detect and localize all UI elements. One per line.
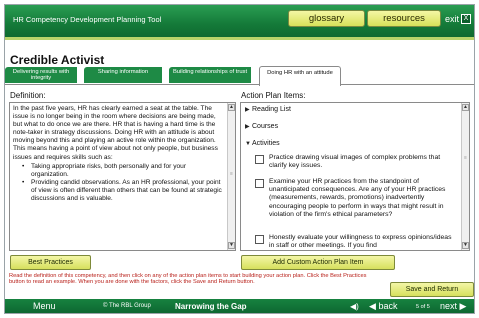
- scroll-down-icon[interactable]: ▼: [462, 242, 469, 249]
- scroll-grip-icon: ≡: [464, 155, 467, 161]
- tab-doing-hr-with-attitude[interactable]: Doing HR with an attitude: [259, 66, 341, 86]
- exit-label: exit: [445, 14, 460, 24]
- activity-checkbox[interactable]: [255, 179, 264, 188]
- app-title: HR Competency Development Planning Tool: [13, 15, 162, 24]
- tab-sharing-information[interactable]: Sharing information: [84, 67, 166, 83]
- definition-panel: In the past five years, HR has clearly e…: [9, 102, 236, 251]
- close-icon: X: [461, 14, 472, 24]
- glossary-tab[interactable]: glossary: [288, 10, 365, 27]
- activity-text: Practice drawing visual images of comple…: [269, 154, 441, 170]
- back-label: back: [378, 301, 398, 311]
- page-indicator: 5 of 5: [416, 304, 430, 310]
- app-window: HR Competency Development Planning Tool …: [4, 4, 475, 314]
- action-plan-heading: Action Plan Items:: [241, 91, 306, 100]
- category-label: Reading List: [252, 106, 291, 113]
- list-item: Taking appropriate risks, both personall…: [13, 163, 225, 179]
- footer-bar: Menu © The RBL Group Narrowing the Gap ◀…: [5, 299, 474, 313]
- list-item: Providing candid observations. As an HR …: [13, 179, 225, 203]
- activity-checkbox[interactable]: [255, 155, 264, 164]
- caret-down-icon: ▼: [245, 141, 251, 147]
- caret-right-icon: ▶: [245, 107, 250, 113]
- menu-button[interactable]: Menu: [33, 301, 56, 311]
- activity-text: Honestly evaluate your willingness to ex…: [269, 234, 452, 250]
- next-button[interactable]: next ▶: [440, 301, 466, 312]
- save-and-return-button[interactable]: Save and Return: [390, 282, 474, 297]
- next-label: next: [440, 301, 458, 311]
- back-arrow-icon: ◀: [369, 301, 376, 311]
- course-title: Narrowing the Gap: [175, 302, 247, 311]
- activity-item[interactable]: Examine your HR practices from the stand…: [255, 178, 458, 219]
- definition-text: In the past five years, HR has clearly e…: [13, 105, 225, 203]
- action-plan-scrollbar[interactable]: ▲ ≡ ▼: [461, 103, 469, 250]
- tab-divider: [5, 84, 474, 85]
- scroll-up-icon[interactable]: ▲: [462, 104, 469, 111]
- page-title: Credible Activist: [10, 53, 105, 67]
- audio-icon[interactable]: ◀): [350, 302, 359, 311]
- definition-heading: Definition:: [10, 91, 46, 100]
- category-label: Courses: [252, 123, 279, 130]
- definition-bullets: Taking appropriate risks, both personall…: [13, 163, 225, 203]
- scroll-down-icon[interactable]: ▼: [228, 242, 235, 249]
- action-plan-panel: ▶ Reading List ▶ Courses ▼Activities Pract…: [240, 102, 470, 251]
- activity-checkbox[interactable]: [255, 235, 264, 244]
- caret-right-icon: ▶: [245, 124, 250, 130]
- category-courses[interactable]: ▶ Courses: [245, 123, 278, 130]
- best-practices-button[interactable]: Best Practices: [10, 255, 91, 270]
- category-reading-list[interactable]: ▶ Reading List: [245, 106, 291, 113]
- definition-scrollbar[interactable]: ▲ ≡ ▼: [227, 103, 235, 250]
- instructions-text: Read the definition of this competency, …: [9, 273, 367, 286]
- next-arrow-icon: ▶: [459, 301, 467, 311]
- activity-item[interactable]: Practice drawing visual images of comple…: [255, 154, 458, 170]
- header-ribbon: [5, 37, 474, 40]
- definition-paragraph: In the past five years, HR has clearly e…: [13, 105, 218, 161]
- activity-item[interactable]: Honestly evaluate your willingness to ex…: [255, 234, 458, 250]
- category-label: Activities: [252, 140, 280, 147]
- header-bar: HR Competency Development Planning Tool …: [5, 5, 474, 37]
- activity-text: Examine your HR practices from the stand…: [269, 178, 446, 218]
- scroll-up-icon[interactable]: ▲: [228, 104, 235, 111]
- add-custom-action-button[interactable]: Add Custom Action Plan Item: [241, 255, 395, 270]
- scroll-grip-icon: ≡: [230, 171, 233, 177]
- back-button[interactable]: ◀ back: [369, 301, 397, 312]
- resources-tab[interactable]: resources: [367, 10, 441, 27]
- exit-button[interactable]: exit X: [445, 14, 472, 24]
- category-activities[interactable]: ▼Activities: [245, 140, 280, 147]
- copyright-text: © The RBL Group: [103, 303, 151, 309]
- tab-delivering-results[interactable]: Delivering results with integrity: [5, 67, 81, 83]
- tab-building-relationships[interactable]: Building relationships of trust: [169, 67, 255, 83]
